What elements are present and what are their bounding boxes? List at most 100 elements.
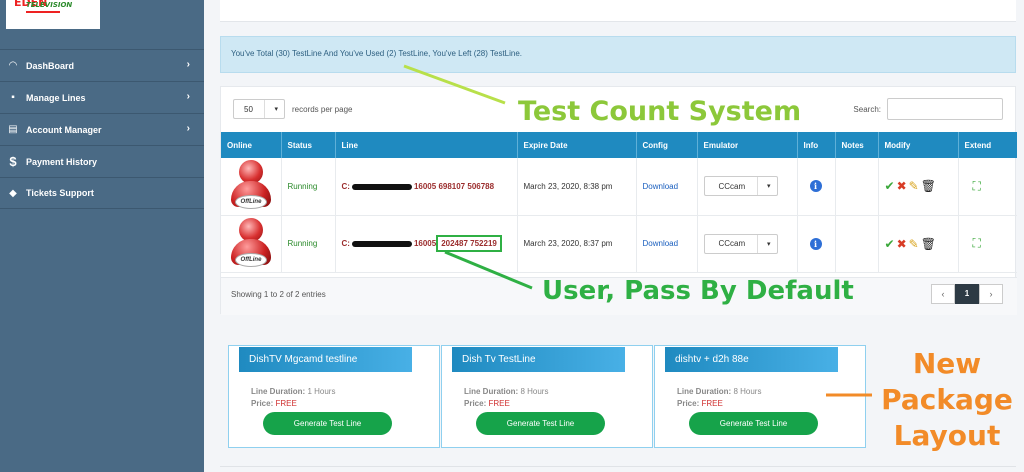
- info-cell: i: [797, 158, 836, 216]
- search-input[interactable]: [887, 98, 1003, 120]
- col-extend[interactable]: Extend: [958, 132, 1017, 158]
- line-pass: 752219: [470, 239, 497, 248]
- chevron-right-icon: ›: [186, 91, 190, 102]
- package-info: Line Duration: 1 Hours Price: FREE: [251, 386, 335, 410]
- config-cell: Download: [636, 158, 698, 216]
- grid-icon: ▪: [11, 92, 15, 103]
- dollar-icon: $: [9, 154, 17, 169]
- close-icon[interactable]: ✖: [897, 237, 907, 251]
- logo-sub-text: TELEVISION: [26, 1, 73, 9]
- package-info: Line Duration: 8 Hours Price: FREE: [677, 386, 761, 410]
- page-1-button[interactable]: 1: [955, 284, 979, 304]
- status-cell: Running: [281, 158, 336, 216]
- extend-icon[interactable]: ⛶: [973, 236, 981, 250]
- table-header-row: Online Status Line Expire Date Config Em…: [221, 132, 1017, 158]
- package-info: Line Duration: 8 Hours Price: FREE: [464, 386, 548, 410]
- check-icon[interactable]: ✔: [885, 179, 895, 193]
- generate-test-line-button[interactable]: Generate Test Line: [476, 412, 605, 435]
- sidebar-item-manage-lines[interactable]: ▪ Manage Lines ›: [0, 81, 204, 113]
- annotation-new-package: New Package Layout: [870, 346, 1024, 454]
- top-card: [220, 0, 1016, 22]
- col-modify[interactable]: Modify: [878, 132, 959, 158]
- emulator-value: CCcam: [718, 239, 746, 248]
- annotation-user-pass: User, Pass By Default: [542, 276, 854, 306]
- package-title: dishtv + d2h 88e: [665, 347, 838, 372]
- sidebar-item-label: Account Manager: [26, 124, 102, 135]
- sidebar-item-payment-history[interactable]: $ Payment History: [0, 145, 204, 177]
- col-status[interactable]: Status: [281, 132, 336, 158]
- notes-cell: [835, 215, 879, 273]
- records-per-page-value: 50: [244, 104, 253, 114]
- duration-value: 1 Hours: [307, 387, 336, 396]
- contact-card-icon: ▤: [8, 124, 18, 135]
- package-title: Dish Tv TestLine: [452, 347, 625, 372]
- line-pass: 506788: [467, 181, 495, 191]
- table-row: OffLine Running C: 16005 698107 506788 Ma…: [221, 158, 1017, 216]
- test-count-alert: You've Total (30) TestLine And You've Us…: [220, 36, 1016, 73]
- package-card: Dish Tv TestLine Line Duration: 8 Hours …: [441, 345, 653, 448]
- extend-icon[interactable]: ⛶: [973, 179, 981, 193]
- generate-test-line-button[interactable]: Generate Test Line: [263, 412, 392, 435]
- emulator-cell: CCcam ▾: [697, 158, 798, 216]
- duration-value: 8 Hours: [520, 387, 549, 396]
- col-notes[interactable]: Notes: [835, 132, 879, 158]
- col-online[interactable]: Online: [221, 132, 282, 158]
- download-link[interactable]: Download: [643, 182, 679, 191]
- emulator-select[interactable]: CCcam ▾: [703, 176, 778, 197]
- extend-cell: ⛶: [958, 215, 1017, 273]
- download-link[interactable]: Download: [643, 239, 679, 248]
- modify-cell: ✔ ✖ ✎ 🗑: [878, 215, 959, 273]
- annotation-test-count: Test Count System: [518, 96, 802, 127]
- line-user: 698107: [438, 181, 466, 191]
- emulator-select[interactable]: CCcam ▾: [703, 233, 778, 254]
- chevron-down-icon: ▾: [766, 240, 771, 248]
- bottom-divider: [220, 466, 1016, 467]
- config-cell: Download: [636, 215, 698, 273]
- close-icon[interactable]: ✖: [897, 179, 907, 193]
- duration-value: 8 Hours: [733, 387, 762, 396]
- line-num: 16005: [413, 239, 437, 248]
- col-expire-date[interactable]: Expire Date: [517, 132, 637, 158]
- sidebar-item-tickets-support[interactable]: ◆ Tickets Support: [0, 177, 204, 209]
- expire-cell: March 23, 2020, 8:37 pm: [517, 215, 637, 273]
- duration-label: Line Duration:: [251, 387, 306, 396]
- line-cell[interactable]: C: 16005 202487 752219: [335, 215, 518, 273]
- col-info[interactable]: Info: [797, 132, 836, 158]
- trash-icon[interactable]: 🗑: [921, 237, 936, 251]
- logo[interactable]: EDEN TELEVISION: [6, 0, 100, 29]
- pagination: ‹ 1 ›: [931, 284, 1003, 304]
- sidebar-item-label: Manage Lines: [26, 92, 86, 103]
- sidebar-item-label: Tickets Support: [26, 188, 94, 198]
- showing-entries: Showing 1 to 2 of 2 entries: [231, 290, 326, 299]
- line-cell[interactable]: C: 16005 698107 506788: [335, 158, 518, 216]
- line-num: 16005: [413, 181, 437, 191]
- offline-label: OffLine: [235, 195, 267, 210]
- trash-icon[interactable]: 🗑: [921, 179, 936, 193]
- col-config[interactable]: Config: [636, 132, 698, 158]
- offline-user-icon: OffLine: [227, 159, 275, 213]
- records-per-page-select[interactable]: 50 ▾: [233, 99, 285, 119]
- online-cell: OffLine: [221, 215, 282, 273]
- col-line[interactable]: Line: [335, 132, 518, 158]
- line-user: 202487: [441, 239, 468, 248]
- records-per-page-label: records per page: [292, 104, 353, 114]
- annotation-line-2: Package: [881, 383, 1013, 416]
- prev-page-button[interactable]: ‹: [931, 284, 955, 304]
- sidebar-item-label: DashBoard: [26, 60, 75, 71]
- table-row: OffLine Running C: 16005 202487 752219 Mar…: [221, 215, 1017, 273]
- sidebar-item-dashboard[interactable]: ◠ DashBoard ›: [0, 49, 204, 81]
- check-icon[interactable]: ✔: [885, 237, 895, 251]
- sidebar-item-account-manager[interactable]: ▤ Account Manager ›: [0, 113, 204, 145]
- next-page-button[interactable]: ›: [979, 284, 1003, 304]
- price-label: Price:: [677, 399, 700, 408]
- info-icon[interactable]: i: [809, 180, 822, 193]
- generate-test-line-button[interactable]: Generate Test Line: [689, 412, 818, 435]
- expire-cell: March 23, 2020, 8:38 pm: [517, 158, 637, 216]
- emulator-value: CCcam: [718, 181, 746, 191]
- pencil-icon[interactable]: ✎: [909, 179, 919, 193]
- info-icon[interactable]: i: [809, 237, 822, 250]
- pencil-icon[interactable]: ✎: [909, 237, 919, 251]
- lines-table: Online Status Line Expire Date Config Em…: [221, 132, 1017, 273]
- duration-label: Line Duration:: [677, 387, 732, 396]
- col-emulator[interactable]: Emulator: [697, 132, 798, 158]
